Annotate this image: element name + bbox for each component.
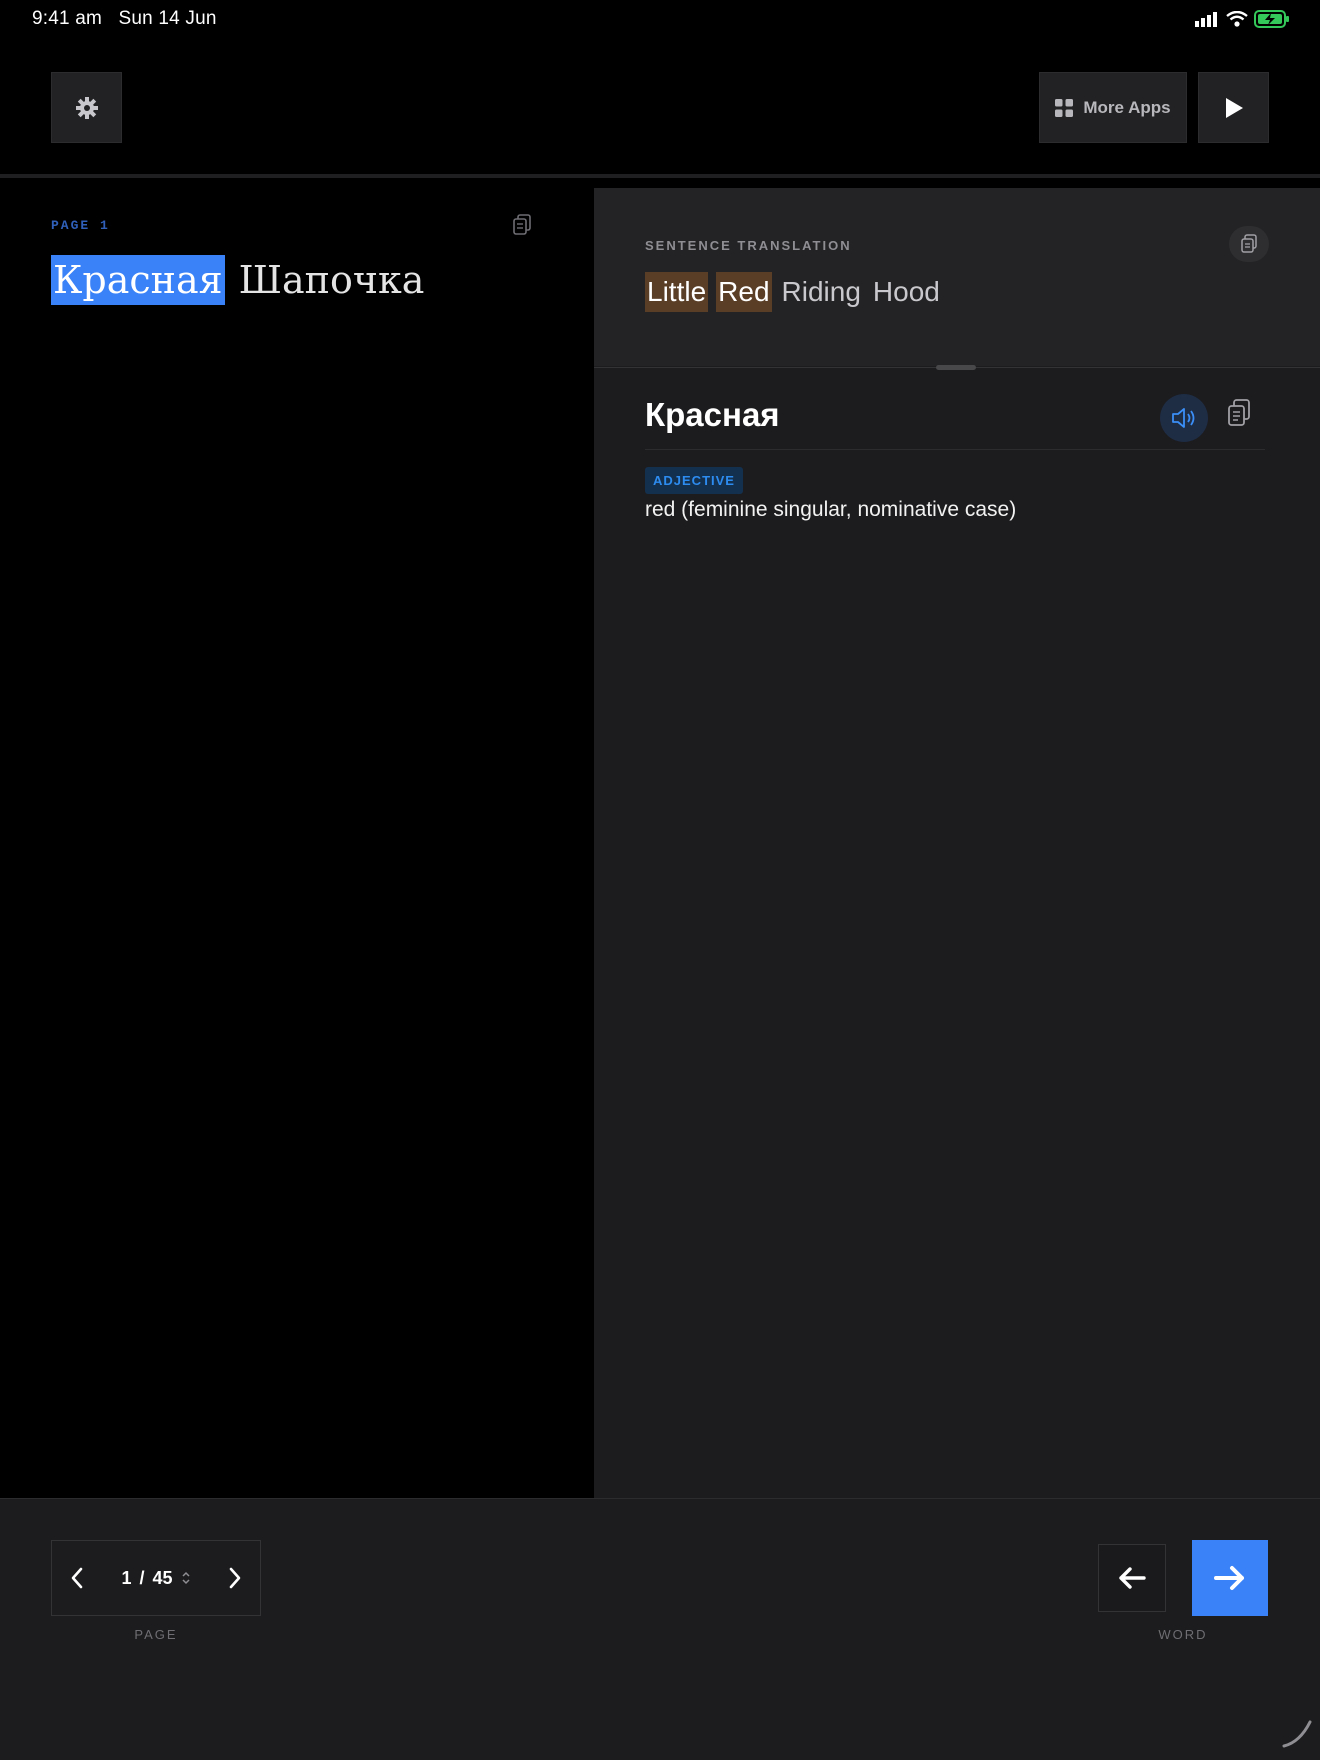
gear-icon	[75, 96, 98, 119]
status-time: 9:41 am	[32, 8, 103, 29]
next-word-button[interactable]	[1192, 1540, 1268, 1616]
settings-button[interactable]	[51, 72, 122, 143]
page-navigator: 1 / 45	[51, 1540, 261, 1616]
source-panel	[0, 178, 594, 1498]
part-of-speech-badge: ADJECTIVE	[645, 467, 743, 494]
translation-label: SENTENCE TRANSLATION	[645, 238, 852, 253]
translation-word: Riding	[781, 276, 861, 307]
translation-word: Little	[645, 272, 709, 312]
status-date: Sun 14 Jun	[118, 8, 217, 29]
battery-charging-icon	[1254, 10, 1289, 28]
previous-word-button[interactable]	[1098, 1544, 1166, 1612]
copy-word-button[interactable]	[1226, 398, 1252, 433]
word-divider	[645, 449, 1265, 450]
translation-sentence: Little Red Riding Hood	[645, 272, 942, 312]
resize-handle[interactable]	[936, 365, 976, 370]
translation-word: Red	[716, 272, 772, 312]
play-button[interactable]	[1198, 72, 1269, 143]
chevron-right-icon	[229, 1567, 241, 1589]
translation-word: Hood	[872, 276, 940, 307]
copy-icon	[513, 214, 531, 235]
status-bar-time: 9:41 am Sun 14 Jun	[32, 8, 217, 30]
next-page-button[interactable]	[228, 1567, 242, 1589]
copy-translation-button[interactable]	[1229, 226, 1269, 262]
page-selector[interactable]: 1 / 45	[121, 1568, 190, 1589]
detail-panel	[594, 188, 1320, 1498]
copy-icon	[1228, 399, 1250, 426]
status-icons	[1194, 10, 1290, 28]
page-separator: /	[139, 1567, 145, 1588]
source-sentence: Красная Шапочка	[51, 255, 426, 305]
arrow-left-icon	[1119, 1567, 1146, 1589]
copy-icon	[1241, 234, 1257, 253]
word-definition: red (feminine singular, nominative case)	[645, 498, 1017, 521]
wifi-icon	[1226, 11, 1248, 27]
page-caption: PAGE	[134, 1627, 178, 1642]
current-page: 1	[121, 1567, 132, 1588]
more-apps-label: More Apps	[1083, 97, 1171, 117]
cellular-signal-icon	[1195, 12, 1217, 27]
grid-icon	[1055, 98, 1074, 117]
chevron-left-icon	[71, 1567, 83, 1589]
page-label: PAGE 1	[51, 218, 110, 233]
word-caption: WORD	[1158, 1627, 1208, 1642]
pronounce-button[interactable]	[1160, 394, 1208, 442]
previous-page-button[interactable]	[70, 1567, 84, 1589]
arrow-right-icon	[1214, 1566, 1244, 1590]
scroll-indicator	[1282, 1720, 1312, 1748]
total-pages: 45	[152, 1567, 173, 1588]
play-icon	[1225, 97, 1243, 118]
source-word[interactable]: Красная	[51, 255, 225, 305]
selected-word: Красная	[645, 396, 780, 433]
more-apps-button[interactable]: More Apps	[1039, 72, 1187, 143]
source-word[interactable]: Шапочка	[237, 255, 427, 305]
speaker-icon	[1172, 408, 1195, 428]
copy-page-button[interactable]	[512, 214, 532, 241]
chevron-up-down-icon	[182, 1571, 190, 1585]
